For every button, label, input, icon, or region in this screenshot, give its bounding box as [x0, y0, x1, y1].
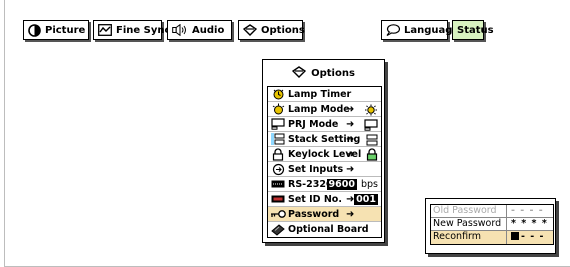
fine-sync-icon: [98, 24, 112, 36]
menu-item-optional-board[interactable]: Optional Board: [268, 222, 381, 237]
tab-audio[interactable]: Audio: [167, 20, 232, 40]
speaker-icon: [172, 24, 188, 36]
id-icon: [270, 195, 286, 203]
keylock-value-icon: [366, 147, 378, 162]
picture-icon: [28, 23, 41, 37]
options-icon: [291, 65, 307, 81]
prj-mode-value-icon: [364, 117, 378, 132]
lock-icon: [270, 147, 286, 161]
options-icon: [243, 24, 257, 36]
menu-item-lamp-mode[interactable]: Lamp Mode ➜: [268, 102, 381, 117]
new-password-field[interactable]: * * * *: [507, 218, 553, 230]
text-cursor: [511, 231, 519, 240]
options-list: Lamp Timer Lamp Mode ➜ PRJ Mode ➜ Stack …: [267, 86, 382, 238]
tab-options[interactable]: Options: [238, 20, 305, 40]
rs232c-value: 9600: [326, 179, 357, 190]
options-menu-title: Options: [311, 67, 355, 79]
rs232c-icon: [270, 180, 286, 188]
old-password-label: Old Password: [431, 205, 507, 217]
set-inputs-icon: [270, 163, 286, 176]
frame-left-border: [4, 0, 5, 267]
reconfirm-field[interactable]: - - -: [507, 231, 553, 244]
new-password-label: New Password: [431, 218, 507, 230]
old-password-field[interactable]: - - - -: [507, 205, 553, 217]
menu-item-stack-setting[interactable]: Stack Setting ➜: [268, 132, 381, 147]
reconfirm-label: Reconfirm: [431, 231, 507, 244]
menu-item-password[interactable]: Password ➜: [268, 207, 381, 222]
projector-icon: [270, 118, 286, 130]
menu-item-set-inputs[interactable]: Set Inputs ➜: [268, 162, 381, 177]
key-icon: [270, 209, 286, 219]
options-menu: Options Lamp Timer Lamp Mode ➜ PRJ Mode …: [262, 59, 385, 243]
menu-item-lamp-timer[interactable]: Lamp Timer: [268, 87, 381, 102]
new-password-row: New Password * * * *: [431, 218, 553, 231]
menu-item-prj-mode[interactable]: PRJ Mode ➜: [268, 117, 381, 132]
speech-bubble-icon: [386, 24, 400, 36]
password-dialog: Old Password - - - - New Password * * * …: [425, 198, 556, 254]
lamp-mode-icon: [270, 103, 286, 116]
tab-status[interactable]: Status: [452, 20, 494, 40]
set-id-value: 001: [354, 194, 378, 205]
lamp-timer-icon: [270, 88, 286, 101]
board-icon: [270, 223, 286, 236]
old-password-row: Old Password - - - -: [431, 205, 553, 218]
tab-language[interactable]: Language: [381, 20, 459, 40]
reconfirm-row: Reconfirm - - -: [431, 231, 553, 244]
lamp-mode-value-icon: [364, 102, 378, 117]
stack-value-icon: [366, 132, 378, 147]
options-menu-header: Options: [263, 60, 384, 86]
tab-picture[interactable]: Picture: [23, 20, 89, 40]
password-fields: Old Password - - - - New Password * * * …: [430, 204, 554, 245]
tab-fine-sync[interactable]: Fine Sync: [93, 20, 170, 40]
stack-icon: [270, 133, 286, 145]
menu-item-set-id-no[interactable]: Set ID No. ➜ 001: [268, 192, 381, 207]
rs232c-unit: bps: [360, 179, 378, 190]
menu-item-rs-232c[interactable]: RS-232C ➜ 9600 bps: [268, 177, 381, 192]
menu-item-keylock-level[interactable]: Keylock Level ➜: [268, 147, 381, 162]
